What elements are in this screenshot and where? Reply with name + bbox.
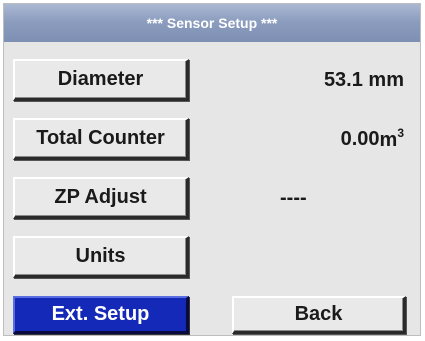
ext-setup-button[interactable]: Ext. Setup [13, 296, 189, 334]
total-counter-button[interactable]: Total Counter [13, 118, 189, 160]
units-button[interactable]: Units [13, 236, 189, 278]
page-title: *** Sensor Setup *** [4, 4, 420, 42]
total-counter-number: 0.00 [340, 127, 380, 150]
sensor-setup-screen: *** Sensor Setup *** Diameter 53.1 mm To… [3, 3, 421, 336]
back-button[interactable]: Back [232, 296, 406, 334]
diameter-button[interactable]: Diameter [13, 59, 189, 101]
diameter-value: 53.1 mm [323, 68, 404, 91]
total-counter-value: 0.00 m3 [234, 118, 404, 160]
total-counter-unit-base: m [379, 129, 398, 151]
zp-adjust-button[interactable]: ZP Adjust [13, 177, 189, 219]
total-counter-unit-exponent: 3 [397, 126, 404, 140]
zp-adjust-value: ---- [280, 186, 307, 209]
total-counter-unit: m3 [380, 126, 404, 152]
